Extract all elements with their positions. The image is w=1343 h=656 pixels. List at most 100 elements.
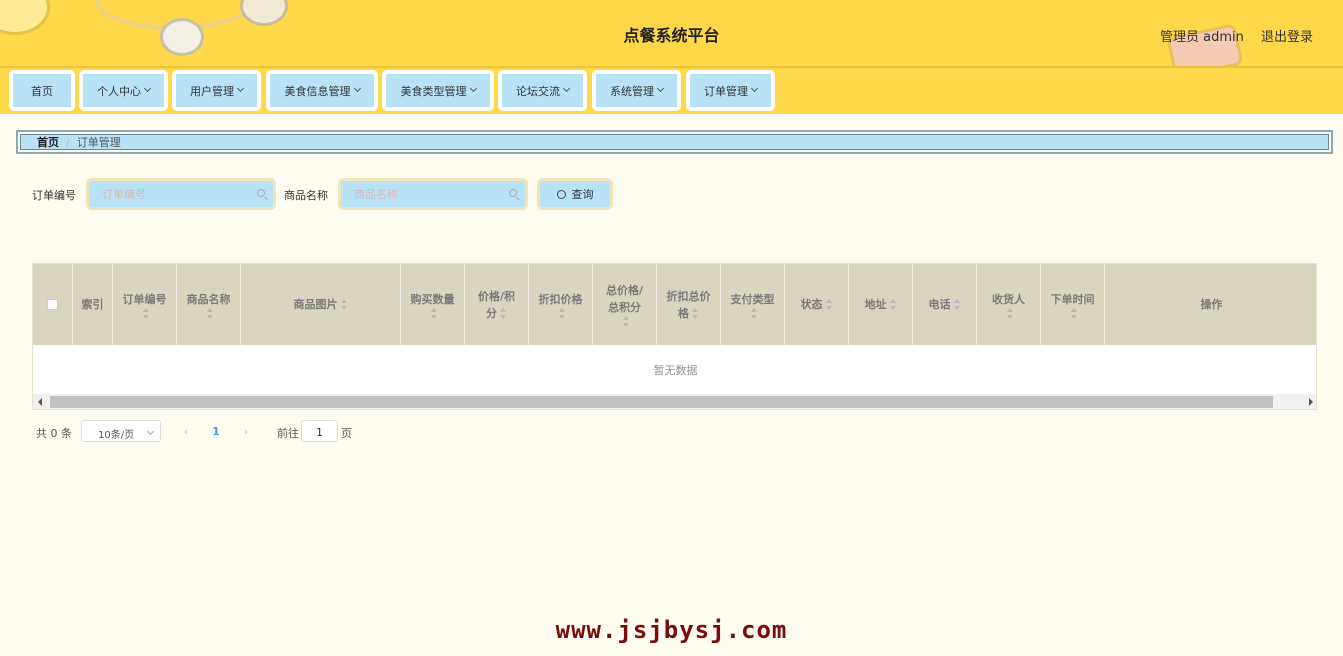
column-header[interactable]: 商品名称: [177, 264, 241, 345]
product-name-input[interactable]: [341, 181, 525, 207]
top-nav: 首页 个人中心 用户管理 美食信息管理 美食类型管理 论坛交流 系统管理 订单管…: [0, 68, 1343, 114]
sort-icon[interactable]: [430, 307, 438, 319]
next-page-button[interactable]: ›: [232, 420, 260, 442]
page-number[interactable]: 1: [202, 420, 230, 442]
sort-icon[interactable]: [692, 308, 699, 319]
column-header-label: 商品名称: [186, 292, 231, 306]
column-header: 索引: [73, 264, 113, 345]
column-header-label: 价格/积: [477, 289, 516, 303]
search-icon: [257, 189, 265, 197]
column-header-label: 支付类型: [730, 292, 775, 306]
select-all-checkbox[interactable]: [47, 299, 58, 310]
column-header[interactable]: 折扣价格: [529, 264, 593, 345]
column-header[interactable]: 总价格/ 总积分: [593, 264, 657, 345]
nav-item-system-management[interactable]: 系统管理: [592, 70, 681, 111]
column-header[interactable]: 地址: [849, 264, 913, 345]
search-icon: [556, 189, 566, 199]
scroll-right-icon[interactable]: [1309, 398, 1313, 406]
horizontal-scrollbar[interactable]: [33, 394, 1316, 409]
chevron-right-icon: ›: [243, 424, 249, 438]
column-header[interactable]: 购买数量: [401, 264, 465, 345]
nav-item-label: 用户管理: [190, 84, 234, 98]
column-header-label: 状态: [800, 298, 823, 311]
page-title: 点餐系统平台: [623, 26, 720, 45]
header-bar: 点餐系统平台 管理员 admin 退出登录: [0, 0, 1343, 68]
column-header[interactable]: 下单时间: [1041, 264, 1105, 345]
column-header[interactable]: 电话: [913, 264, 977, 345]
column-header-label: 索引: [81, 298, 104, 311]
scroll-left-icon[interactable]: [38, 398, 42, 406]
column-header[interactable]: 支付类型: [721, 264, 785, 345]
chevron-left-icon: ‹: [183, 424, 189, 438]
column-header-label: 电话: [928, 298, 951, 311]
nav-item-home[interactable]: 首页: [9, 70, 75, 111]
sort-icon[interactable]: [558, 307, 566, 319]
column-header-label: 分: [486, 306, 497, 320]
column-header-label: 地址: [864, 298, 887, 311]
sort-icon[interactable]: [500, 308, 507, 319]
nav-item-food-info-management[interactable]: 美食信息管理: [266, 70, 378, 111]
column-header[interactable]: 价格/积 分: [465, 264, 529, 345]
order-no-input[interactable]: [89, 181, 273, 207]
chevron-down-icon: [146, 427, 155, 436]
column-header[interactable]: 订单编号: [113, 264, 177, 345]
column-header[interactable]: 商品图片: [241, 264, 401, 345]
column-header-label: 收货人: [992, 292, 1025, 306]
prev-page-button[interactable]: ‹: [172, 420, 200, 442]
column-header-label: 格: [678, 306, 689, 320]
order-no-label: 订单编号: [32, 189, 76, 202]
nav-item-forum[interactable]: 论坛交流: [498, 70, 587, 111]
table-header: 索引 订单编号 商品名称 商品图片 购买数量 价格/积 分 折扣价格 总价格/ …: [33, 264, 1316, 345]
chevron-down-icon: [562, 84, 571, 93]
nav-item-user-management[interactable]: 用户管理: [172, 70, 261, 111]
column-header-label: 商品图片: [293, 298, 338, 311]
nav-item-label: 论坛交流: [516, 84, 560, 98]
order-table: 索引 订单编号 商品名称 商品图片 购买数量 价格/积 分 折扣价格 总价格/ …: [32, 263, 1317, 410]
nav-item-label: 订单管理: [704, 84, 748, 98]
nav-item-personal-center[interactable]: 个人中心: [79, 70, 168, 111]
chevron-down-icon: [143, 84, 152, 93]
column-header-label: 总积分: [608, 301, 641, 314]
logout-button[interactable]: 退出登录: [1261, 26, 1313, 45]
sort-icon[interactable]: [622, 316, 630, 327]
chevron-down-icon: [236, 84, 245, 93]
chevron-down-icon: [750, 84, 759, 93]
breadcrumb-separator: /: [66, 135, 70, 149]
page-size-select[interactable]: 10条/页: [81, 420, 161, 442]
watermark: www.jsjbysj.com: [555, 616, 788, 644]
column-header-label: 购买数量: [410, 292, 455, 306]
chevron-down-icon: [469, 84, 477, 93]
order-no-field: [86, 178, 276, 210]
goto-page-input[interactable]: 1: [301, 420, 338, 442]
query-button[interactable]: 查询: [537, 178, 613, 210]
column-header-label: 下单时间: [1050, 292, 1095, 306]
breadcrumb-current: 订单管理: [76, 136, 121, 149]
sort-icon[interactable]: [142, 307, 150, 319]
sort-icon[interactable]: [953, 299, 961, 310]
column-header[interactable]: 折扣总价 格: [657, 264, 721, 345]
nav-item-food-type-management[interactable]: 美食类型管理: [382, 70, 494, 111]
column-header-label: 操作: [1200, 298, 1223, 311]
breadcrumb: 首页 / 订单管理: [16, 130, 1333, 154]
sort-icon[interactable]: [1070, 307, 1078, 319]
column-header-label: 折扣总价: [666, 289, 711, 303]
nav-item-order-management[interactable]: 订单管理: [686, 70, 775, 111]
column-header[interactable]: 收货人: [977, 264, 1041, 345]
scrollbar-thumb[interactable]: [50, 396, 1273, 408]
sort-icon[interactable]: [1006, 307, 1014, 319]
sort-icon[interactable]: [750, 307, 758, 319]
sort-icon[interactable]: [206, 307, 214, 319]
chevron-down-icon: [656, 84, 665, 93]
product-name-label: 商品名称: [284, 189, 328, 202]
search-icon: [509, 189, 517, 197]
column-header[interactable]: 状态: [785, 264, 849, 345]
sort-icon[interactable]: [825, 299, 833, 310]
select-all-column: [33, 264, 73, 345]
breadcrumb-home[interactable]: 首页: [37, 134, 59, 150]
empty-state: 暂无数据: [653, 363, 698, 377]
sort-icon[interactable]: [340, 299, 348, 310]
sort-icon[interactable]: [889, 299, 897, 310]
column-header: 操作: [1105, 264, 1316, 345]
total-count: 共 0 条: [36, 427, 72, 440]
page-size-value: 10条/页: [98, 430, 135, 441]
